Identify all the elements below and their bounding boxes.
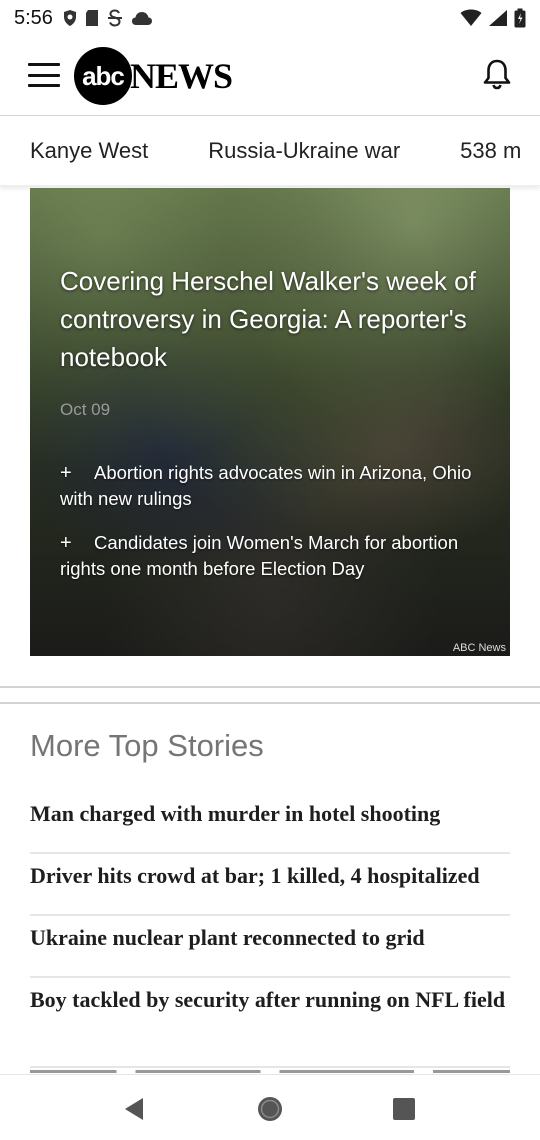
hero-headline[interactable]: Covering Herschel Walker's week of contr… bbox=[60, 262, 490, 376]
next-story-peek bbox=[30, 1062, 510, 1074]
photo-credit: ABC News bbox=[452, 642, 506, 654]
related-story-text: Candidates join Women's March for aborti… bbox=[60, 532, 459, 579]
related-story[interactable]: + Candidates join Women's March for abort… bbox=[60, 530, 480, 582]
plus-icon: + bbox=[60, 532, 72, 554]
menu-line bbox=[28, 84, 60, 87]
abc-news-logo[interactable]: abc NEWS bbox=[74, 46, 233, 106]
notification-icons bbox=[63, 9, 153, 27]
app-header: abc NEWS bbox=[0, 36, 540, 116]
status-time: 5:56 bbox=[14, 6, 53, 29]
top-stories-list: Man charged with murder in hotel shootin… bbox=[30, 792, 510, 1068]
wifi-icon bbox=[460, 9, 482, 27]
plus-icon: + bbox=[60, 462, 72, 484]
menu-line bbox=[28, 73, 60, 77]
system-nav-bar bbox=[0, 1074, 540, 1140]
hero-photo-overlay bbox=[30, 188, 510, 656]
status-bar: 5:56 bbox=[0, 0, 540, 36]
hamburger-menu-icon[interactable] bbox=[28, 63, 60, 87]
cut-off-text bbox=[30, 1070, 510, 1073]
hero-story-card[interactable]: Covering Herschel Walker's week of contr… bbox=[30, 188, 510, 656]
circle-home-icon[interactable] bbox=[254, 1093, 286, 1125]
status-right bbox=[460, 8, 526, 28]
menu-line bbox=[28, 63, 60, 66]
more-top-stories-heading: More Top Stories bbox=[30, 728, 264, 763]
story-item[interactable]: Boy tackled by security after running on… bbox=[30, 978, 510, 1068]
abc-logo-mark: abc bbox=[74, 47, 132, 105]
bell-icon[interactable] bbox=[482, 58, 512, 90]
topic-russia-ukraine-war[interactable]: Russia-Ukraine war bbox=[208, 138, 400, 164]
story-item[interactable]: Driver hits crowd at bar; 1 killed, 4 ho… bbox=[30, 854, 510, 916]
topic-538[interactable]: 538 m bbox=[460, 138, 521, 164]
square-recents-icon[interactable] bbox=[388, 1093, 420, 1125]
related-story[interactable]: + Abortion rights advocates win in Arizon… bbox=[60, 460, 480, 512]
section-divider bbox=[0, 702, 540, 704]
topic-kanye-west[interactable]: Kanye West bbox=[30, 138, 148, 164]
related-story-text: Abortion rights advocates win in Arizona… bbox=[60, 462, 472, 509]
battery-icon bbox=[514, 8, 526, 28]
shield-icon bbox=[63, 9, 77, 27]
cloud-icon bbox=[131, 10, 153, 26]
signal-icon bbox=[488, 9, 508, 27]
topics-track: Kanye West Russia-Ukraine war 538 m bbox=[30, 116, 540, 185]
story-item[interactable]: Ukraine nuclear plant reconnected to gri… bbox=[30, 916, 510, 978]
story-item[interactable]: Man charged with murder in hotel shootin… bbox=[30, 792, 510, 854]
triangle-back-icon[interactable] bbox=[118, 1093, 150, 1125]
strikethrough-s-icon bbox=[107, 9, 123, 27]
topics-strip: Kanye West Russia-Ukraine war 538 m bbox=[0, 116, 540, 186]
hero-date: Oct 09 bbox=[60, 400, 111, 419]
sd-card-icon bbox=[85, 9, 99, 27]
status-left: 5:56 bbox=[14, 7, 153, 30]
section-divider bbox=[0, 686, 540, 688]
news-logo-word: NEWS bbox=[130, 56, 233, 96]
